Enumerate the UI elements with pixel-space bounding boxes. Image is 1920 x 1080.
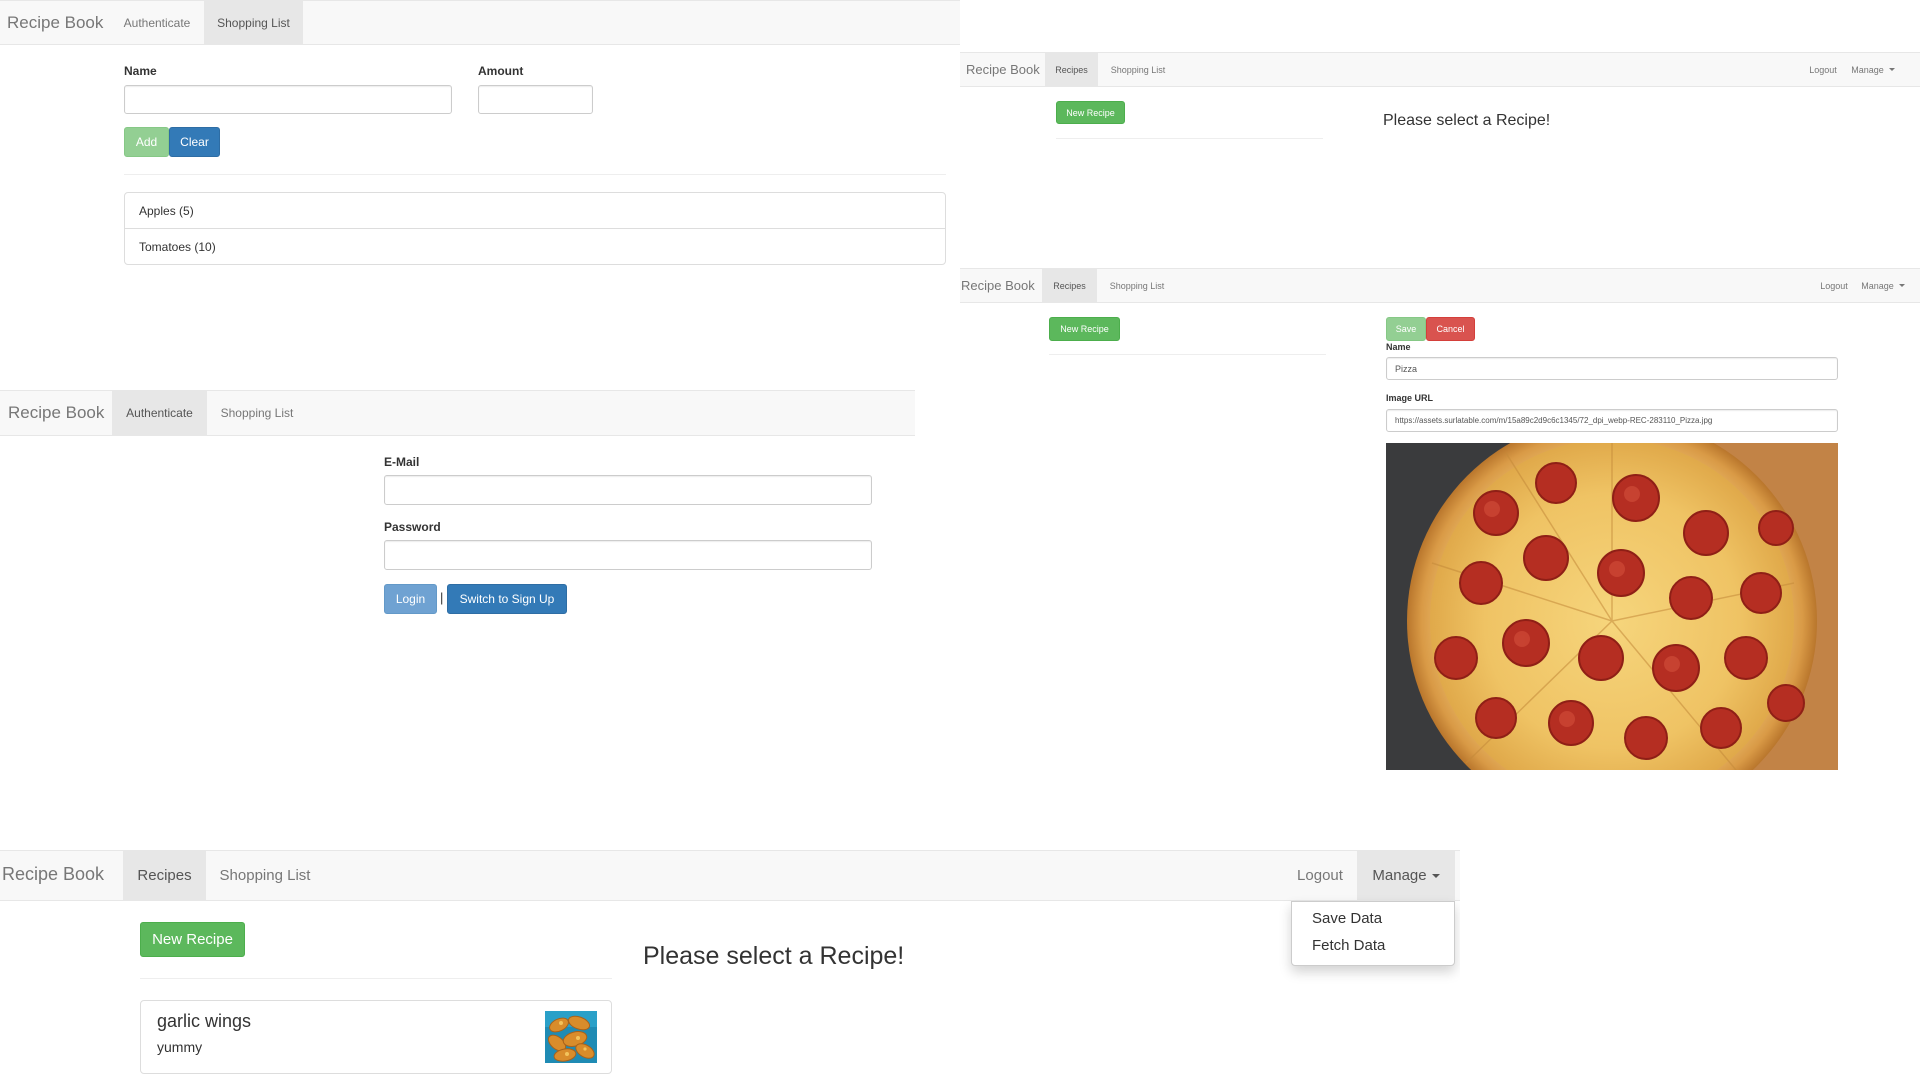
clear-button[interactable]: Clear	[169, 127, 220, 157]
add-button[interactable]: Add	[124, 127, 169, 157]
nav-manage-dropdown[interactable]: Manage	[1855, 269, 1911, 302]
amount-label: Amount	[478, 64, 524, 78]
list-item[interactable]: Tomatoes (10)	[125, 229, 945, 264]
nav-shopping-list[interactable]: Shopping List	[206, 851, 324, 900]
nav-manage-label: Manage	[1851, 64, 1884, 75]
manage-dropdown-menu: Save Data Fetch Data	[1291, 901, 1455, 966]
recipe-name-input[interactable]: Pizza	[1386, 357, 1838, 380]
new-recipe-button[interactable]: New Recipe	[1049, 317, 1120, 341]
shopping-list: Apples (5) Tomatoes (10)	[124, 192, 946, 265]
image-url-label: Image URL	[1386, 393, 1434, 403]
nav-recipes[interactable]: Recipes	[1045, 53, 1098, 86]
caret-down-icon	[1888, 68, 1895, 71]
nav-manage-label: Manage	[1861, 280, 1894, 291]
recipes-list-panel: Recipe Book Recipes Shopping List Logout…	[0, 850, 1460, 1080]
login-button[interactable]: Login	[384, 584, 437, 614]
navbar: Recipe Book Recipes Shopping List Logout…	[960, 52, 1920, 87]
cancel-button[interactable]: Cancel	[1426, 317, 1475, 341]
recipe-name-label: Name	[1386, 342, 1411, 352]
image-url-input[interactable]: https://assets.surlatable.com/m/15a89c2d…	[1386, 409, 1838, 432]
password-label: Password	[384, 520, 441, 534]
shopping-list-panel: Recipe Book Authenticate Shopping List N…	[0, 0, 960, 300]
nav-recipes[interactable]: Recipes	[1042, 269, 1097, 302]
divider	[124, 174, 946, 175]
navbar: Recipe Book Authenticate Shopping List	[0, 0, 960, 45]
nav-manage-dropdown[interactable]: Manage	[1357, 851, 1455, 900]
email-input[interactable]	[384, 475, 872, 505]
dropdown-item-fetch-data[interactable]: Fetch Data	[1312, 937, 1385, 954]
nav-logout[interactable]: Logout	[1283, 851, 1357, 900]
navbar: Recipe Book Recipes Shopping List Logout…	[0, 850, 1460, 901]
navbar: Recipe Book Authenticate Shopping List	[0, 390, 915, 436]
divider	[140, 978, 612, 979]
recipe-name: garlic wings	[157, 1011, 252, 1031]
nav-manage-label: Manage	[1372, 867, 1427, 884]
new-recipe-button[interactable]: New Recipe	[1056, 101, 1125, 124]
switch-to-signup-button[interactable]: Switch to Sign Up	[447, 584, 567, 614]
new-recipe-button[interactable]: New Recipe	[140, 922, 245, 957]
brand-link[interactable]: Recipe Book	[2, 864, 104, 885]
pizza-image	[1386, 443, 1838, 770]
nav-shopping-list[interactable]: Shopping List	[1097, 269, 1177, 302]
navbar: Recipe Book Recipes Shopping List Logout…	[960, 268, 1920, 303]
recipe-description: yummy	[157, 1039, 203, 1055]
nav-authenticate[interactable]: Authenticate	[112, 391, 207, 435]
recipe-name-value: Pizza	[1395, 363, 1418, 374]
name-label: Name	[124, 64, 157, 78]
list-item-label: Apples (5)	[139, 203, 194, 218]
recipe-thumbnail	[545, 1011, 597, 1063]
save-button[interactable]: Save	[1386, 317, 1426, 341]
password-input[interactable]	[384, 540, 872, 570]
recipes-select-panel: Recipe Book Recipes Shopping List Logout…	[960, 52, 1920, 252]
list-item[interactable]: Apples (5)	[125, 193, 945, 229]
brand-link[interactable]: Recipe Book	[7, 13, 103, 33]
email-label: E-Mail	[384, 455, 420, 469]
caret-down-icon	[1898, 284, 1905, 287]
recipe-list-item[interactable]: garlic wings yummy	[140, 1000, 612, 1074]
nav-recipes[interactable]: Recipes	[123, 851, 206, 900]
select-recipe-message: Please select a Recipe!	[643, 942, 905, 970]
brand-link[interactable]: Recipe Book	[961, 278, 1035, 293]
list-item-label: Tomatoes (10)	[139, 239, 216, 254]
nav-logout[interactable]: Logout	[1813, 269, 1855, 302]
divider	[1056, 138, 1323, 139]
authenticate-panel: Recipe Book Authenticate Shopping List E…	[0, 390, 915, 650]
brand-link[interactable]: Recipe Book	[966, 62, 1040, 77]
button-separator: |	[440, 590, 444, 605]
nav-authenticate[interactable]: Authenticate	[110, 1, 204, 44]
nav-shopping-list[interactable]: Shopping List	[207, 391, 307, 435]
nav-logout[interactable]: Logout	[1802, 53, 1844, 86]
divider	[1049, 354, 1326, 355]
garlic-wings-image	[545, 1011, 597, 1063]
name-input[interactable]	[124, 85, 452, 114]
nav-shopping-list[interactable]: Shopping List	[1098, 53, 1178, 86]
caret-down-icon	[1431, 873, 1440, 878]
nav-shopping-list[interactable]: Shopping List	[204, 1, 303, 44]
brand-link[interactable]: Recipe Book	[8, 403, 104, 423]
amount-input[interactable]	[478, 85, 593, 114]
recipe-image	[1386, 443, 1838, 770]
select-recipe-message: Please select a Recipe!	[1383, 112, 1551, 129]
nav-manage-dropdown[interactable]: Manage	[1844, 53, 1902, 86]
image-url-value: https://assets.surlatable.com/m/15a89c2d…	[1395, 416, 1713, 425]
recipe-edit-panel: Recipe Book Recipes Shopping List Logout…	[960, 268, 1920, 780]
dropdown-item-save-data[interactable]: Save Data	[1312, 910, 1382, 927]
